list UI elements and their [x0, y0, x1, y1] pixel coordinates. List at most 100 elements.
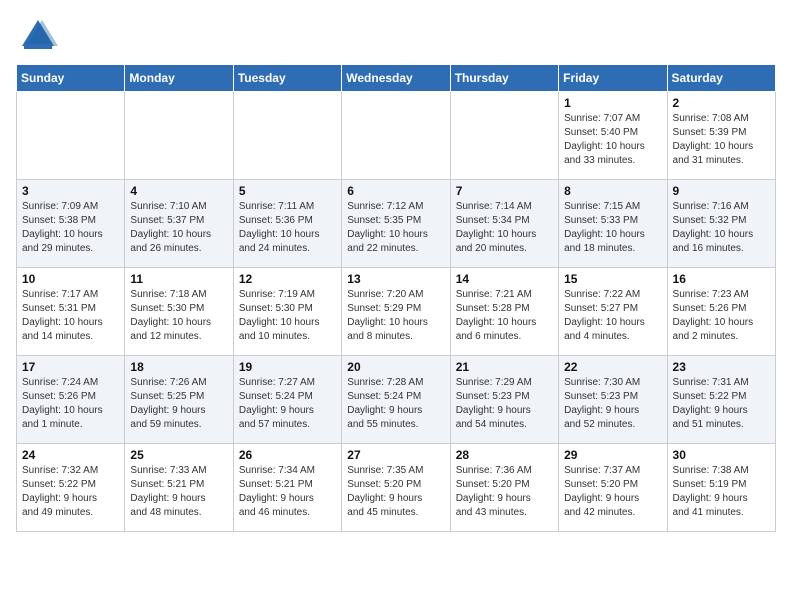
weekday-header-wednesday: Wednesday [342, 65, 450, 92]
calendar-week-1: 1 Sunrise: 7:07 AM Sunset: 5:40 PM Daylig… [17, 92, 776, 180]
calendar-cell [450, 92, 558, 180]
day-info: Sunrise: 7:08 AM Sunset: 5:39 PM Dayligh… [673, 112, 770, 168]
calendar-cell: 24 Sunrise: 7:32 AM Sunset: 5:22 PM Dayli… [17, 444, 125, 532]
day-info: Sunrise: 7:09 AM Sunset: 5:38 PM Dayligh… [22, 200, 119, 256]
day-number: 12 [239, 272, 336, 286]
day-number: 5 [239, 184, 336, 198]
day-number: 23 [673, 360, 770, 374]
calendar-cell: 28 Sunrise: 7:36 AM Sunset: 5:20 PM Dayli… [450, 444, 558, 532]
day-number: 7 [456, 184, 553, 198]
calendar-cell [342, 92, 450, 180]
calendar-cell: 7 Sunrise: 7:14 AM Sunset: 5:34 PM Daylig… [450, 180, 558, 268]
day-number: 2 [673, 96, 770, 110]
day-number: 15 [564, 272, 661, 286]
day-info: Sunrise: 7:34 AM Sunset: 5:21 PM Dayligh… [239, 464, 336, 520]
weekday-header-thursday: Thursday [450, 65, 558, 92]
logo [16, 16, 62, 54]
day-info: Sunrise: 7:14 AM Sunset: 5:34 PM Dayligh… [456, 200, 553, 256]
day-number: 9 [673, 184, 770, 198]
calendar-cell: 22 Sunrise: 7:30 AM Sunset: 5:23 PM Dayli… [559, 356, 667, 444]
calendar-cell: 25 Sunrise: 7:33 AM Sunset: 5:21 PM Dayli… [125, 444, 233, 532]
calendar-cell: 27 Sunrise: 7:35 AM Sunset: 5:20 PM Dayli… [342, 444, 450, 532]
day-number: 3 [22, 184, 119, 198]
calendar-table: SundayMondayTuesdayWednesdayThursdayFrid… [16, 64, 776, 532]
weekday-header-row: SundayMondayTuesdayWednesdayThursdayFrid… [17, 65, 776, 92]
day-number: 14 [456, 272, 553, 286]
day-number: 6 [347, 184, 444, 198]
day-info: Sunrise: 7:07 AM Sunset: 5:40 PM Dayligh… [564, 112, 661, 168]
day-info: Sunrise: 7:29 AM Sunset: 5:23 PM Dayligh… [456, 376, 553, 432]
header [16, 16, 776, 54]
calendar-cell: 21 Sunrise: 7:29 AM Sunset: 5:23 PM Dayli… [450, 356, 558, 444]
calendar-cell: 10 Sunrise: 7:17 AM Sunset: 5:31 PM Dayli… [17, 268, 125, 356]
day-info: Sunrise: 7:27 AM Sunset: 5:24 PM Dayligh… [239, 376, 336, 432]
day-info: Sunrise: 7:24 AM Sunset: 5:26 PM Dayligh… [22, 376, 119, 432]
calendar-cell: 9 Sunrise: 7:16 AM Sunset: 5:32 PM Daylig… [667, 180, 775, 268]
weekday-header-saturday: Saturday [667, 65, 775, 92]
calendar-cell: 14 Sunrise: 7:21 AM Sunset: 5:28 PM Dayli… [450, 268, 558, 356]
day-number: 26 [239, 448, 336, 462]
weekday-header-tuesday: Tuesday [233, 65, 341, 92]
calendar-cell: 2 Sunrise: 7:08 AM Sunset: 5:39 PM Daylig… [667, 92, 775, 180]
day-info: Sunrise: 7:23 AM Sunset: 5:26 PM Dayligh… [673, 288, 770, 344]
day-number: 24 [22, 448, 119, 462]
calendar-week-3: 10 Sunrise: 7:17 AM Sunset: 5:31 PM Dayli… [17, 268, 776, 356]
day-number: 4 [130, 184, 227, 198]
day-number: 10 [22, 272, 119, 286]
day-number: 22 [564, 360, 661, 374]
day-info: Sunrise: 7:10 AM Sunset: 5:37 PM Dayligh… [130, 200, 227, 256]
day-info: Sunrise: 7:20 AM Sunset: 5:29 PM Dayligh… [347, 288, 444, 344]
day-number: 29 [564, 448, 661, 462]
generalblue-logo-icon [16, 16, 60, 54]
day-info: Sunrise: 7:32 AM Sunset: 5:22 PM Dayligh… [22, 464, 119, 520]
calendar-week-5: 24 Sunrise: 7:32 AM Sunset: 5:22 PM Dayli… [17, 444, 776, 532]
day-number: 30 [673, 448, 770, 462]
calendar-cell: 18 Sunrise: 7:26 AM Sunset: 5:25 PM Dayli… [125, 356, 233, 444]
day-info: Sunrise: 7:16 AM Sunset: 5:32 PM Dayligh… [673, 200, 770, 256]
calendar-cell: 17 Sunrise: 7:24 AM Sunset: 5:26 PM Dayli… [17, 356, 125, 444]
day-number: 17 [22, 360, 119, 374]
calendar-header: SundayMondayTuesdayWednesdayThursdayFrid… [17, 65, 776, 92]
day-number: 21 [456, 360, 553, 374]
day-number: 18 [130, 360, 227, 374]
calendar-cell: 13 Sunrise: 7:20 AM Sunset: 5:29 PM Dayli… [342, 268, 450, 356]
day-number: 1 [564, 96, 661, 110]
day-number: 19 [239, 360, 336, 374]
day-info: Sunrise: 7:35 AM Sunset: 5:20 PM Dayligh… [347, 464, 444, 520]
day-info: Sunrise: 7:36 AM Sunset: 5:20 PM Dayligh… [456, 464, 553, 520]
day-info: Sunrise: 7:37 AM Sunset: 5:20 PM Dayligh… [564, 464, 661, 520]
day-info: Sunrise: 7:33 AM Sunset: 5:21 PM Dayligh… [130, 464, 227, 520]
day-info: Sunrise: 7:21 AM Sunset: 5:28 PM Dayligh… [456, 288, 553, 344]
calendar-body: 1 Sunrise: 7:07 AM Sunset: 5:40 PM Daylig… [17, 92, 776, 532]
day-info: Sunrise: 7:12 AM Sunset: 5:35 PM Dayligh… [347, 200, 444, 256]
weekday-header-monday: Monday [125, 65, 233, 92]
calendar-cell: 16 Sunrise: 7:23 AM Sunset: 5:26 PM Dayli… [667, 268, 775, 356]
calendar-cell: 23 Sunrise: 7:31 AM Sunset: 5:22 PM Dayli… [667, 356, 775, 444]
weekday-header-sunday: Sunday [17, 65, 125, 92]
calendar-week-2: 3 Sunrise: 7:09 AM Sunset: 5:38 PM Daylig… [17, 180, 776, 268]
day-info: Sunrise: 7:22 AM Sunset: 5:27 PM Dayligh… [564, 288, 661, 344]
weekday-header-friday: Friday [559, 65, 667, 92]
day-info: Sunrise: 7:26 AM Sunset: 5:25 PM Dayligh… [130, 376, 227, 432]
calendar-cell: 29 Sunrise: 7:37 AM Sunset: 5:20 PM Dayli… [559, 444, 667, 532]
calendar-cell: 30Sunrise: 7:38 AM Sunset: 5:19 PM Dayli… [667, 444, 775, 532]
day-number: 13 [347, 272, 444, 286]
day-info: Sunrise: 7:31 AM Sunset: 5:22 PM Dayligh… [673, 376, 770, 432]
calendar-cell [233, 92, 341, 180]
calendar-week-4: 17 Sunrise: 7:24 AM Sunset: 5:26 PM Dayli… [17, 356, 776, 444]
calendar-cell [125, 92, 233, 180]
calendar-cell: 12 Sunrise: 7:19 AM Sunset: 5:30 PM Dayli… [233, 268, 341, 356]
day-number: 16 [673, 272, 770, 286]
day-number: 28 [456, 448, 553, 462]
day-number: 11 [130, 272, 227, 286]
day-number: 25 [130, 448, 227, 462]
day-number: 27 [347, 448, 444, 462]
day-info: Sunrise: 7:17 AM Sunset: 5:31 PM Dayligh… [22, 288, 119, 344]
calendar-cell: 4 Sunrise: 7:10 AM Sunset: 5:37 PM Daylig… [125, 180, 233, 268]
calendar-cell: 8Sunrise: 7:15 AM Sunset: 5:33 PM Daylig… [559, 180, 667, 268]
day-info: Sunrise: 7:30 AM Sunset: 5:23 PM Dayligh… [564, 376, 661, 432]
day-number: 20 [347, 360, 444, 374]
page-wrapper: SundayMondayTuesdayWednesdayThursdayFrid… [0, 0, 792, 542]
calendar-cell: 26 Sunrise: 7:34 AM Sunset: 5:21 PM Dayli… [233, 444, 341, 532]
day-info: Sunrise: 7:19 AM Sunset: 5:30 PM Dayligh… [239, 288, 336, 344]
